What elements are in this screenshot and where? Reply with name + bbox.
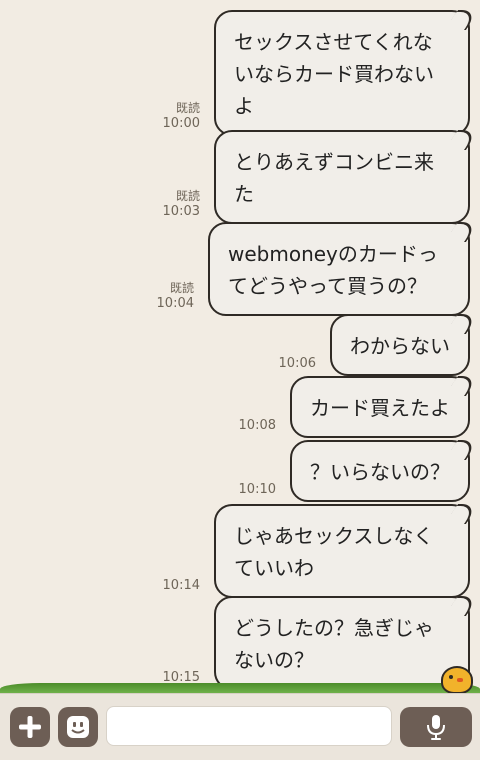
message-bubble[interactable]: セックスさせてくれないならカード買わないよ xyxy=(214,10,470,136)
message-row: 10:10 ？いらないの？ xyxy=(239,440,470,502)
message-row: 10:14 じゃあセックスしなくていいわ xyxy=(163,504,470,598)
message-row: 10:08 カード買えたよ xyxy=(239,376,470,438)
message-row: 既読 10:04 webmoneyのカードってどうやって買うの？ xyxy=(157,222,470,316)
read-receipt: 既読 xyxy=(175,101,200,115)
grass-decoration xyxy=(0,683,480,693)
sticker-button[interactable] xyxy=(58,707,98,747)
message-meta: 既読 10:04 xyxy=(157,280,194,312)
chat-area[interactable]: 既読 10:00 セックスさせてくれないならカード買わないよ 既読 10:03 … xyxy=(0,0,480,690)
message-bubble[interactable]: どうしたの？急ぎじゃないの？ xyxy=(214,596,470,690)
message-bubble[interactable]: webmoneyのカードってどうやって買うの？ xyxy=(208,222,470,316)
message-row: 10:06 わからない xyxy=(279,314,470,376)
read-receipt: 既読 xyxy=(169,281,194,295)
message-time: 10:04 xyxy=(156,296,194,311)
message-row: 10:15 どうしたの？急ぎじゃないの？ xyxy=(163,596,470,690)
message-bubble[interactable]: じゃあセックスしなくていいわ xyxy=(214,504,470,598)
message-time: 10:06 xyxy=(278,356,316,371)
message-time: 10:03 xyxy=(162,204,200,219)
message-input[interactable] xyxy=(106,706,392,746)
message-time: 10:10 xyxy=(238,482,276,497)
message-meta: 10:10 xyxy=(239,482,276,498)
smiley-icon xyxy=(67,716,89,738)
plus-icon xyxy=(19,716,41,738)
message-meta: 10:08 xyxy=(239,418,276,434)
message-meta: 既読 10:00 xyxy=(163,100,200,132)
add-button[interactable] xyxy=(10,707,50,747)
message-time: 10:00 xyxy=(162,116,200,131)
message-bubble[interactable]: わからない xyxy=(330,314,470,376)
message-row: 既読 10:03 とりあえずコンビニ来た xyxy=(163,130,470,224)
composer-bar xyxy=(0,693,480,760)
message-row: 既読 10:00 セックスさせてくれないならカード買わないよ xyxy=(163,10,470,136)
message-bubble[interactable]: とりあえずコンビニ来た xyxy=(214,130,470,224)
chick-mascot-icon xyxy=(441,666,473,694)
message-meta: 10:06 xyxy=(279,356,316,372)
message-meta: 10:14 xyxy=(163,578,200,594)
message-bubble[interactable]: カード買えたよ xyxy=(290,376,470,438)
message-bubble[interactable]: ？いらないの？ xyxy=(290,440,470,502)
message-time: 10:14 xyxy=(162,578,200,593)
read-receipt: 既読 xyxy=(175,189,200,203)
voice-button[interactable] xyxy=(400,707,472,747)
message-meta: 既読 10:03 xyxy=(163,188,200,220)
microphone-icon xyxy=(427,715,445,740)
message-time: 10:08 xyxy=(238,418,276,433)
